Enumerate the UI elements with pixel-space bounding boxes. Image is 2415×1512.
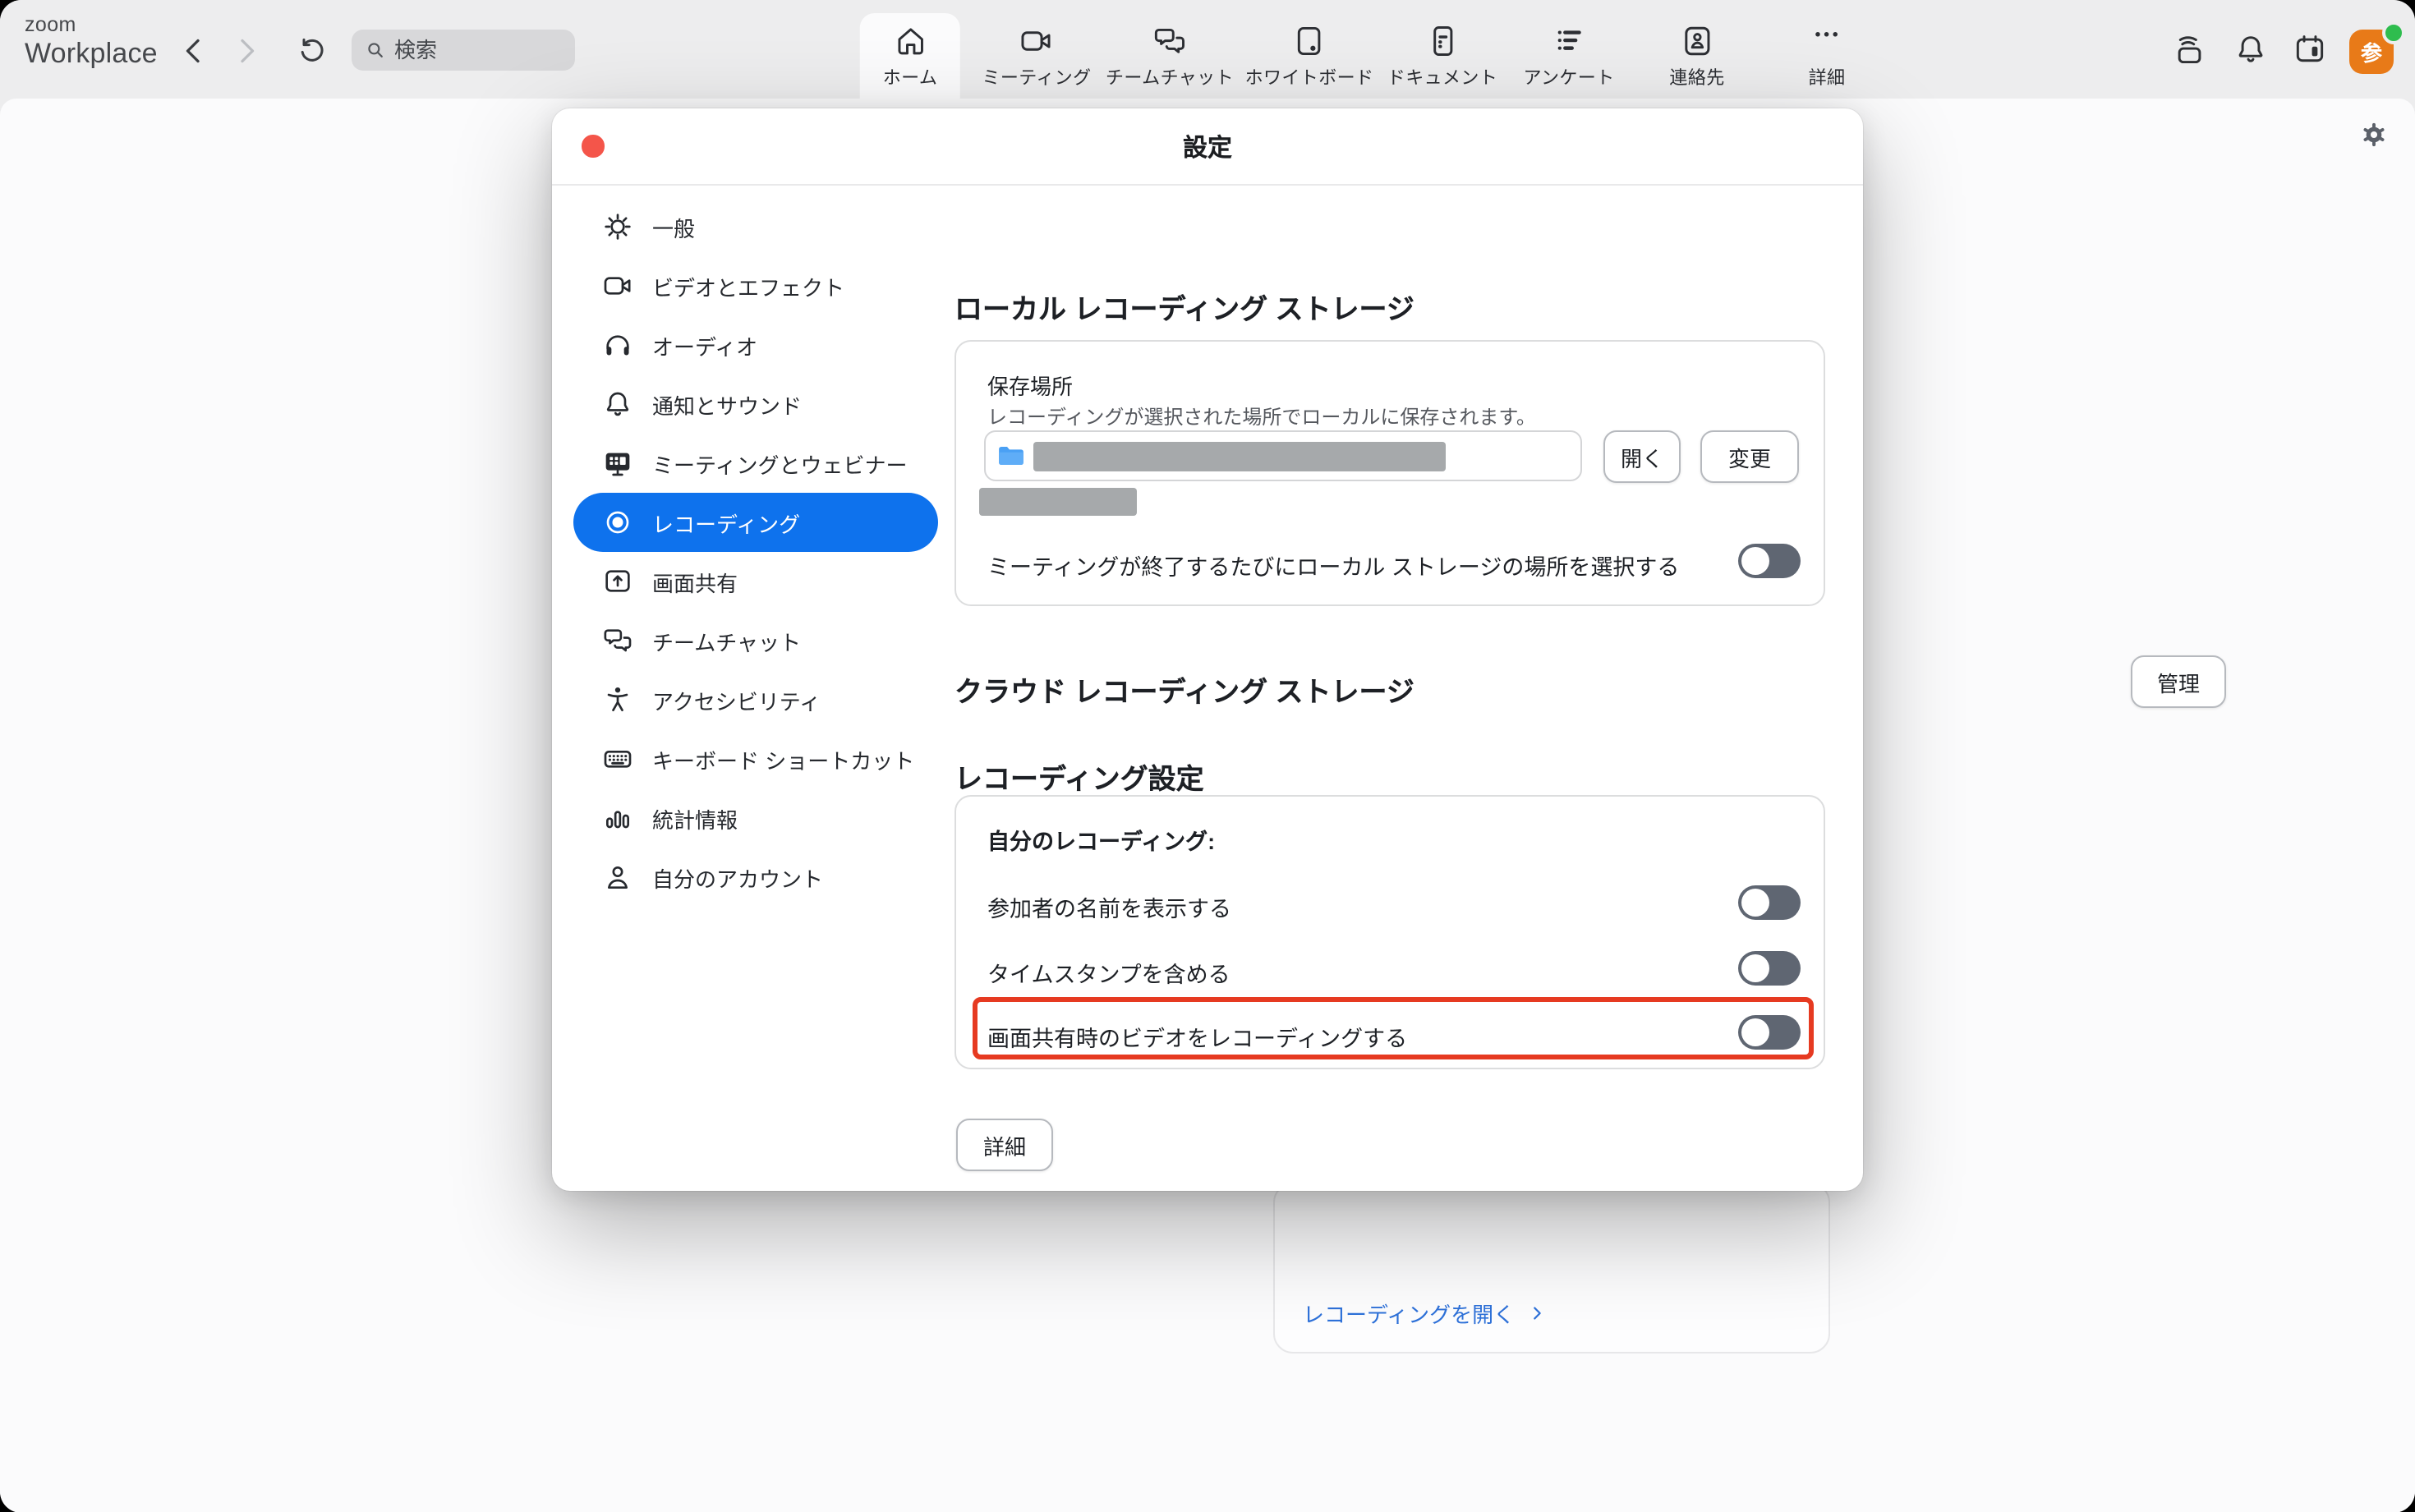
advanced-button[interactable]: 詳細 bbox=[956, 1119, 1053, 1171]
sidebar-item-video-camera[interactable]: ビデオとエフェクト bbox=[573, 256, 938, 315]
open-recordings-link[interactable]: レコーディングを開く bbox=[1303, 1298, 1546, 1329]
tab-label: 連絡先 bbox=[1669, 64, 1724, 90]
screen: zoom Workplace ホームミーティングチームチャットホワイト bbox=[0, 0, 2415, 1512]
sidebar-item-label: ビデオとエフェクト bbox=[652, 270, 844, 301]
settings-gear-icon[interactable] bbox=[2359, 120, 2389, 149]
sidebar-item-label: 統計情報 bbox=[652, 802, 738, 834]
sidebar-item-record[interactable]: レコーディング bbox=[573, 493, 938, 552]
sidebar-item-label: レコーディング bbox=[652, 507, 800, 538]
toggle-switch[interactable] bbox=[1738, 950, 1801, 985]
settings-dialog: 設定 一般ビデオとエフェクトオーディオ通知とサウンドミーティングとウェビナーレコ… bbox=[552, 108, 1863, 1191]
contacts-icon bbox=[1679, 23, 1715, 59]
toggle-label: 参加者の名前を表示する bbox=[987, 890, 1231, 923]
open-recordings-label: レコーディングを開く bbox=[1303, 1298, 1515, 1329]
save-location-desc: レコーディングが選択された場所でローカルに保存されます。 bbox=[987, 402, 1536, 430]
home-icon bbox=[892, 23, 928, 59]
open-button[interactable]: 開く bbox=[1603, 430, 1681, 483]
recording-settings-card: 自分のレコーディング: 参加者の名前を表示するタイムスタンプを含める画面共有時の… bbox=[954, 795, 1825, 1069]
headphones-icon bbox=[601, 329, 634, 361]
sidebar-item-keyboard[interactable]: キーボード ショートカット bbox=[573, 729, 938, 788]
sidebar-item-meeting-screen[interactable]: ミーティングとウェビナー bbox=[573, 434, 938, 493]
documents-icon bbox=[1424, 23, 1460, 59]
video-camera-icon bbox=[601, 269, 634, 302]
chevron-right-icon bbox=[1528, 1304, 1546, 1322]
calendar-icon[interactable] bbox=[2292, 31, 2328, 67]
recording-settings-heading: レコーディング設定 bbox=[954, 756, 1204, 797]
save-location-label: 保存場所 bbox=[987, 370, 1073, 401]
sidebar-item-label: ミーティングとウェビナー bbox=[652, 448, 907, 479]
local-storage-card: 保存場所 レコーディングが選択された場所でローカルに保存されます。 開く 変更 … bbox=[954, 340, 1825, 606]
presence-dot bbox=[2382, 21, 2405, 44]
local-storage-heading: ローカル レコーディング ストレージ bbox=[954, 286, 1414, 327]
team-chat-icon bbox=[1152, 23, 1188, 59]
sidebar-item-label: 一般 bbox=[652, 211, 695, 242]
bell-icon bbox=[601, 388, 634, 421]
screen-share-icon bbox=[601, 565, 634, 598]
top-bar: zoom Workplace ホームミーティングチームチャットホワイト bbox=[0, 0, 2415, 99]
save-location-field[interactable] bbox=[984, 430, 1582, 481]
sidebar-item-headphones[interactable]: オーディオ bbox=[573, 315, 938, 375]
connect-device-icon[interactable] bbox=[2172, 31, 2208, 67]
choose-location-toggle-label: ミーティングが終了するたびにローカル ストレージの場所を選択する bbox=[987, 549, 1679, 581]
tab-label: チームチャット bbox=[1106, 64, 1234, 90]
sidebar-item-label: オーディオ bbox=[652, 329, 757, 361]
sidebar-item-label: キーボード ショートカット bbox=[652, 743, 914, 774]
my-recordings-label: 自分のレコーディング: bbox=[987, 823, 1215, 856]
highlight-rectangle bbox=[973, 997, 1814, 1059]
choose-location-toggle[interactable] bbox=[1738, 544, 1801, 578]
tab-surveys[interactable]: アンケート bbox=[1500, 13, 1637, 99]
tab-label: アンケート bbox=[1523, 64, 1614, 90]
change-button[interactable]: 変更 bbox=[1700, 430, 1799, 483]
recordings-card: レコーディングを開く bbox=[1273, 1183, 1830, 1353]
cloud-storage-heading: クラウド レコーディング ストレージ bbox=[954, 669, 1414, 710]
tab-label: ホーム bbox=[883, 64, 938, 90]
sidebar-item-account[interactable]: 自分のアカウント bbox=[573, 848, 938, 907]
tab-documents[interactable]: ドキュメント bbox=[1364, 13, 1520, 99]
accessibility-icon bbox=[601, 683, 634, 716]
save-location-redacted-path bbox=[1033, 441, 1446, 471]
account-icon bbox=[601, 861, 634, 894]
sidebar-item-gear[interactable]: 一般 bbox=[573, 197, 938, 256]
record-icon bbox=[601, 506, 634, 539]
tab-label: ホワイトボード bbox=[1245, 64, 1374, 90]
sidebar-item-label: チームチャット bbox=[652, 625, 801, 656]
sidebar-item-label: 自分のアカウント bbox=[652, 862, 823, 893]
whiteboard-icon bbox=[1291, 23, 1327, 59]
more-icon bbox=[1809, 23, 1845, 59]
app-window: zoom Workplace ホームミーティングチームチャットホワイト bbox=[0, 0, 2415, 1512]
dialog-title: 設定 bbox=[552, 108, 1863, 184]
meetings-icon bbox=[1019, 23, 1055, 59]
keyboard-icon bbox=[601, 742, 634, 775]
tab-more[interactable]: 詳細 bbox=[1786, 13, 1869, 99]
sidebar-item-label: アクセシビリティ bbox=[652, 684, 821, 715]
meeting-screen-icon bbox=[601, 447, 634, 480]
sidebar-item-label: 画面共有 bbox=[652, 566, 738, 597]
sidebar-item-bell[interactable]: 通知とサウンド bbox=[573, 375, 938, 434]
settings-sidebar: 一般ビデオとエフェクトオーディオ通知とサウンドミーティングとウェビナーレコーディ… bbox=[573, 197, 938, 907]
sidebar-item-stats[interactable]: 統計情報 bbox=[573, 788, 938, 848]
tab-label: 詳細 bbox=[1809, 64, 1846, 90]
tab-label: ミーティング bbox=[982, 64, 1091, 90]
tab-home[interactable]: ホーム bbox=[860, 13, 961, 99]
sidebar-item-screen-share[interactable]: 画面共有 bbox=[573, 552, 938, 611]
toggle-label: タイムスタンプを含める bbox=[987, 955, 1230, 988]
dialog-header: 設定 bbox=[552, 108, 1863, 186]
tab-contacts[interactable]: 連絡先 bbox=[1646, 13, 1747, 99]
sidebar-item-accessibility[interactable]: アクセシビリティ bbox=[573, 670, 938, 729]
stats-icon bbox=[601, 802, 634, 834]
notifications-bell-icon[interactable] bbox=[2233, 31, 2269, 67]
tab-label: ドキュメント bbox=[1387, 64, 1497, 90]
redacted-text bbox=[979, 488, 1137, 516]
surveys-icon bbox=[1551, 23, 1587, 59]
sidebar-item-label: 通知とサウンド bbox=[652, 388, 802, 420]
folder-icon bbox=[997, 443, 1025, 468]
gear-icon bbox=[601, 210, 634, 243]
primary-tabs: ホーム ミーティングチームチャットホワイトボードドキュメントアンケート 連絡先 詳細 bbox=[0, 0, 2415, 99]
team-chat-icon bbox=[601, 624, 634, 657]
toggle-switch[interactable] bbox=[1738, 885, 1801, 920]
sidebar-item-team-chat[interactable]: チームチャット bbox=[573, 611, 938, 670]
manage-button[interactable]: 管理 bbox=[2131, 655, 2226, 708]
